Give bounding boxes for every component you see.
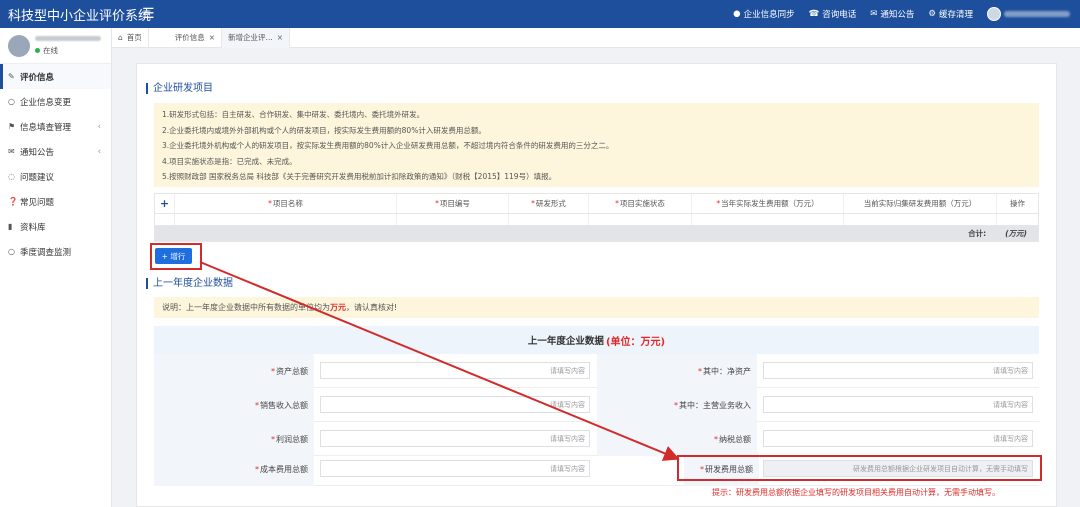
sidebar-item-faq[interactable]: ❓ 常见问题: [0, 189, 111, 214]
col-project-number: * 项目编号: [397, 194, 509, 213]
chevron-left-icon: ‹: [97, 146, 101, 157]
redacted-company-name: [1004, 11, 1070, 17]
rd-notes: 1.研发形式包括：自主研发、合作研发、集中研发、委托境内、委托境外研发。 2.企…: [154, 103, 1039, 187]
label-total-tax: * 纳税总额: [597, 422, 757, 456]
online-status: 在线: [35, 45, 101, 56]
col-project-name: * 项目名称: [175, 194, 397, 213]
cache-clear-button[interactable]: ⚙ 缓存清理: [928, 8, 973, 20]
menu-toggle-icon[interactable]: ☰: [142, 6, 155, 22]
section-rd-projects-title: 企业研发项目: [146, 83, 213, 94]
label-sales-revenue: * 销售收入总额: [154, 388, 314, 422]
total-tax-input[interactable]: 请填写内容: [763, 430, 1033, 447]
tag-icon: ⚑: [8, 122, 16, 131]
total-cost-input[interactable]: 请填写内容: [320, 460, 590, 477]
add-row-icon[interactable]: +: [160, 197, 169, 210]
sidebar-item-fill-management[interactable]: ⚑ 信息填查管理 ‹: [0, 114, 111, 139]
phone-icon: ☎: [808, 9, 820, 19]
table-header: + * 项目名称 * 项目编号 * 研发形式 * 项目实施状态 * 当年实际发生费用额（万…: [154, 193, 1039, 214]
tab-bar: ⌂ 首页 评价信息 × 新增企业评... ×: [112, 27, 1080, 48]
label-net-assets: * 其中：净资产: [597, 354, 757, 388]
notice-button[interactable]: ✉ 通知公告: [870, 8, 914, 20]
app-title: 科技型中小企业评价系统: [8, 8, 152, 24]
label-main-business-revenue: * 其中：主营业务收入: [597, 388, 757, 422]
gear-icon: ⚙: [928, 9, 936, 19]
tab-evaluation[interactable]: 评价信息 ×: [149, 27, 223, 48]
tab-new-evaluation[interactable]: 新增企业评... ×: [222, 27, 291, 48]
form-row: * 销售收入总额 请填写内容 * 其中：主营业务收入 请填写内容: [154, 388, 1039, 422]
highlight-box-rd-cost: [677, 455, 1042, 481]
form-row: * 资产总额 请填写内容 * 其中：净资产 请填写内容: [154, 354, 1039, 388]
label-total-profit: * 利润总额: [154, 422, 314, 456]
sidebar-item-library[interactable]: ▮ 资料库: [0, 214, 111, 239]
total-unit: (万元): [1005, 229, 1027, 238]
sidebar-item-quarterly-survey[interactable]: ○ 季度调查监测: [0, 239, 111, 264]
user-icon: ●: [733, 9, 741, 19]
circle-icon: ○: [8, 247, 15, 256]
main-business-revenue-input[interactable]: 请填写内容: [763, 396, 1033, 413]
col-rd-form: * 研发形式: [509, 194, 589, 213]
col-operation: 操作: [1010, 199, 1025, 208]
table-total-row: 合计: (万元): [154, 226, 1039, 242]
chat-icon: ◌: [8, 172, 15, 181]
question-icon: ❓: [8, 197, 18, 206]
col-status: * 项目实施状态: [589, 194, 692, 213]
form-row: * 利润总额 请填写内容 * 纳税总额 请填写内容: [154, 422, 1039, 456]
close-icon[interactable]: ×: [209, 33, 215, 42]
close-icon[interactable]: ×: [277, 33, 283, 42]
tab-home[interactable]: ⌂ 首页: [112, 27, 149, 48]
circle-icon: ○: [8, 97, 15, 106]
net-assets-input[interactable]: 请填写内容: [763, 362, 1033, 379]
sidebar-item-suggestions[interactable]: ◌ 问题建议: [0, 164, 111, 189]
col-actual-cost: * 当年实际发生费用额（万元）: [692, 194, 844, 213]
top-bar: 科技型中小企业评价系统 ☰ ● 企业信息同步 ☎ 咨询电话 ✉ 通知公告 ⚙ 缓存清理: [0, 0, 1080, 28]
rd-project-table: + * 项目名称 * 项目编号 * 研发形式 * 项目实施状态 * 当年实际发生费用额（万…: [154, 193, 1039, 242]
total-label: 合计:: [968, 229, 987, 238]
user-menu[interactable]: [987, 7, 1070, 21]
avatar: [987, 7, 1001, 21]
label-total-cost: * 成本费用总额: [154, 452, 314, 486]
bell-icon: ✉: [8, 147, 15, 156]
last-year-note: 说明：上一年度企业数据中所有数据的单位均为万元，请认真核对!: [154, 297, 1039, 318]
total-profit-input[interactable]: 请填写内容: [320, 430, 590, 447]
mail-icon: ✉: [870, 9, 878, 19]
folder-icon: ▮: [8, 222, 13, 231]
sales-revenue-input[interactable]: 请填写内容: [320, 396, 590, 413]
total-assets-input[interactable]: 请填写内容: [320, 362, 590, 379]
col-collected-cost: 当前实际归集研发费用额（万元）: [844, 194, 997, 213]
sidebar-item-info-change[interactable]: ○ 企业信息变更: [0, 89, 111, 114]
sidebar-item-evaluation[interactable]: ✎ 评价信息: [0, 64, 111, 89]
avatar: [8, 34, 30, 57]
sidebar: 在线 ✎ 评价信息 ○ 企业信息变更 ⚑ 信息填查管理 ‹ ✉ 通知公告 ‹ ◌ 问题建议 ❓…: [0, 28, 112, 507]
redacted-user-name: [35, 35, 101, 41]
chevron-left-icon: ‹: [97, 121, 101, 132]
section-last-year-title: 上一年度企业数据: [146, 278, 233, 289]
hotline-button[interactable]: ☎ 咨询电话: [809, 8, 857, 20]
highlight-box-add-row: [150, 243, 202, 270]
edit-icon: ✎: [8, 72, 15, 81]
label-total-assets: * 资产总额: [154, 354, 314, 388]
rd-cost-tip: 提示：研发费用总额依据企业填写的研发项目相关费用自动计算，无需手动填写。: [712, 488, 1000, 497]
sidebar-item-notices[interactable]: ✉ 通知公告 ‹: [0, 139, 111, 164]
home-icon: ⌂: [118, 33, 123, 42]
sync-button[interactable]: ● 企业信息同步: [733, 8, 794, 20]
form-title: 上一年度企业数据 (单位：万元): [154, 326, 1039, 354]
table-row: [154, 214, 1039, 226]
user-box: 在线: [0, 28, 111, 64]
